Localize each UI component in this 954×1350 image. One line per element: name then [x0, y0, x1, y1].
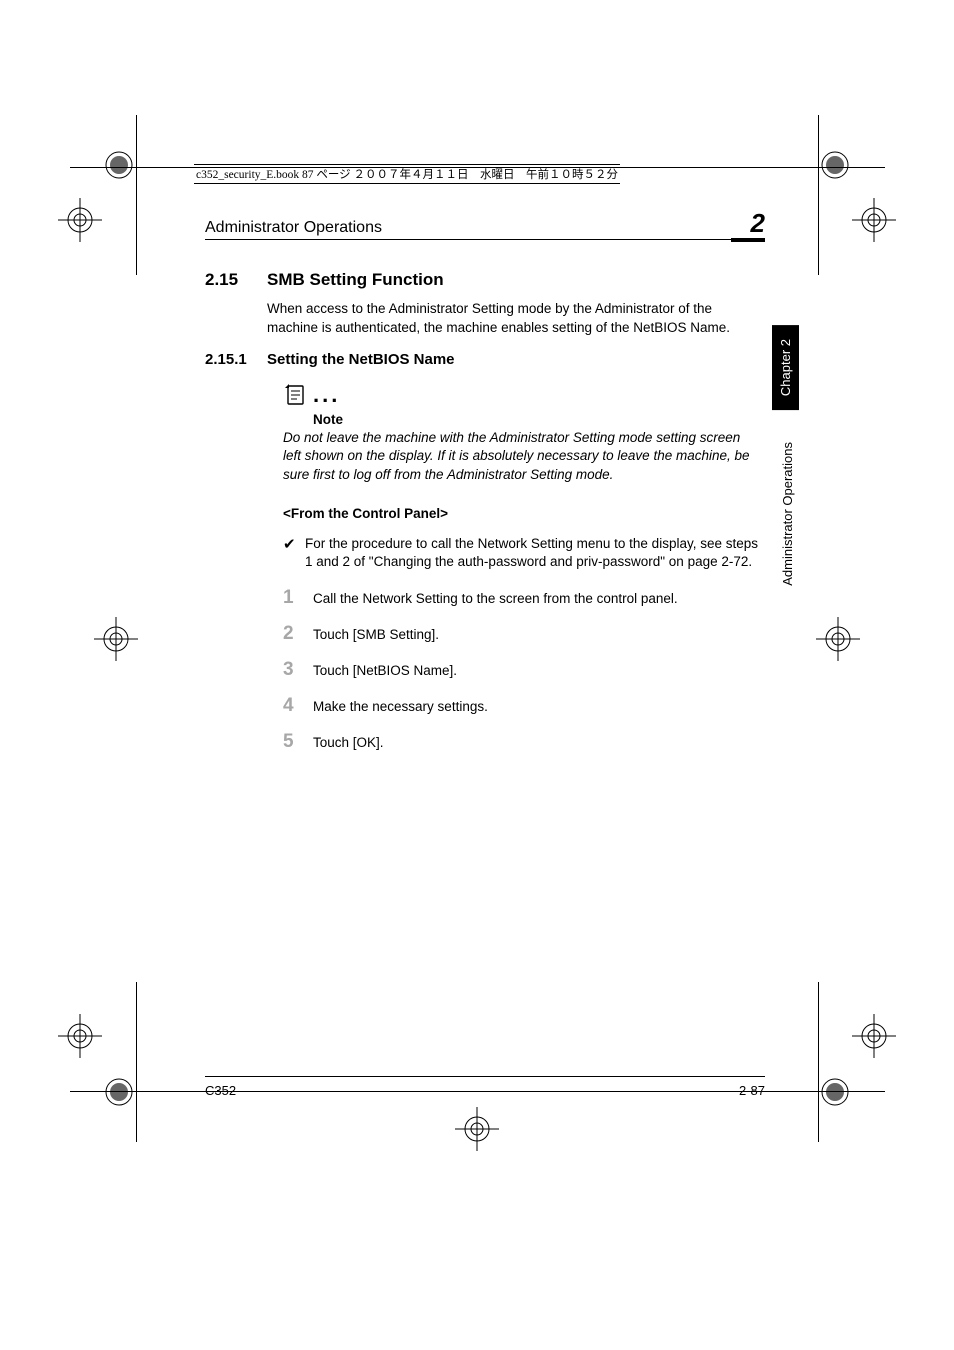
side-tab-title: Administrator Operations [778, 432, 797, 596]
check-bullet: ✔ For the procedure to call the Network … [283, 535, 765, 571]
page-footer: C352 2-87 [205, 1076, 765, 1098]
crop-dot [820, 1077, 850, 1107]
step-4: 4 Make the necessary settings. [283, 695, 765, 717]
crop-line [136, 982, 137, 1142]
file-header: c352_security_E.book 87 ページ ２００７年４月１１日 水… [194, 164, 620, 184]
step-text: Touch [SMB Setting]. [313, 626, 765, 644]
running-head: Administrator Operations 2 [205, 210, 765, 240]
step-text: Make the necessary settings. [313, 698, 765, 716]
section-intro: When access to the Administrator Setting… [267, 300, 765, 337]
step-number: 2 [283, 623, 313, 645]
side-tab-chapter: Chapter 2 [772, 325, 799, 410]
subsection-heading: 2.15.1 Setting the NetBIOS Name [205, 351, 765, 368]
step-number: 5 [283, 731, 313, 753]
note-icon: ... [283, 382, 765, 408]
registration-mark-icon [852, 1014, 896, 1058]
check-icon: ✔ [283, 535, 305, 571]
subsection-number: 2.15.1 [205, 351, 267, 368]
section-number: 2.15 [205, 270, 267, 290]
registration-mark-icon [58, 198, 102, 242]
subsection-title: Setting the NetBIOS Name [267, 351, 455, 368]
footer-left: C352 [205, 1083, 236, 1098]
registration-mark-icon [816, 617, 860, 661]
side-tab-chapter-text: Chapter 2 [778, 339, 793, 396]
registration-mark-icon [94, 617, 138, 661]
side-tab-title-text: Administrator Operations [780, 442, 795, 586]
crop-line [818, 115, 819, 275]
registration-mark-icon [852, 198, 896, 242]
note-label: Note [313, 412, 765, 427]
step-5: 5 Touch [OK]. [283, 731, 765, 753]
step-number: 4 [283, 695, 313, 717]
control-panel-heading: <From the Control Panel> [283, 506, 765, 521]
step-text: Call the Network Setting to the screen f… [313, 590, 765, 608]
running-head-title: Administrator Operations [205, 219, 382, 237]
bullet-text: For the procedure to call the Network Se… [305, 535, 765, 571]
crop-dot [104, 150, 134, 180]
section-heading: 2.15 SMB Setting Function [205, 270, 765, 290]
step-text: Touch [OK]. [313, 734, 765, 752]
section-title: SMB Setting Function [267, 270, 444, 290]
note-body: Do not leave the machine with the Admini… [283, 429, 761, 484]
registration-mark-icon [455, 1107, 499, 1151]
page-body: Administrator Operations 2 2.15 SMB Sett… [205, 210, 765, 767]
note-dots: ... [313, 382, 340, 407]
step-number: 1 [283, 587, 313, 609]
crop-dot [820, 150, 850, 180]
footer-right: 2-87 [739, 1083, 765, 1098]
step-1: 1 Call the Network Setting to the screen… [283, 587, 765, 609]
crop-line [818, 982, 819, 1142]
step-text: Touch [NetBIOS Name]. [313, 662, 765, 680]
registration-mark-icon [58, 1014, 102, 1058]
step-number: 3 [283, 659, 313, 681]
chapter-number: 2 [731, 210, 765, 242]
crop-dot [104, 1077, 134, 1107]
crop-line [136, 115, 137, 275]
step-3: 3 Touch [NetBIOS Name]. [283, 659, 765, 681]
step-2: 2 Touch [SMB Setting]. [283, 623, 765, 645]
